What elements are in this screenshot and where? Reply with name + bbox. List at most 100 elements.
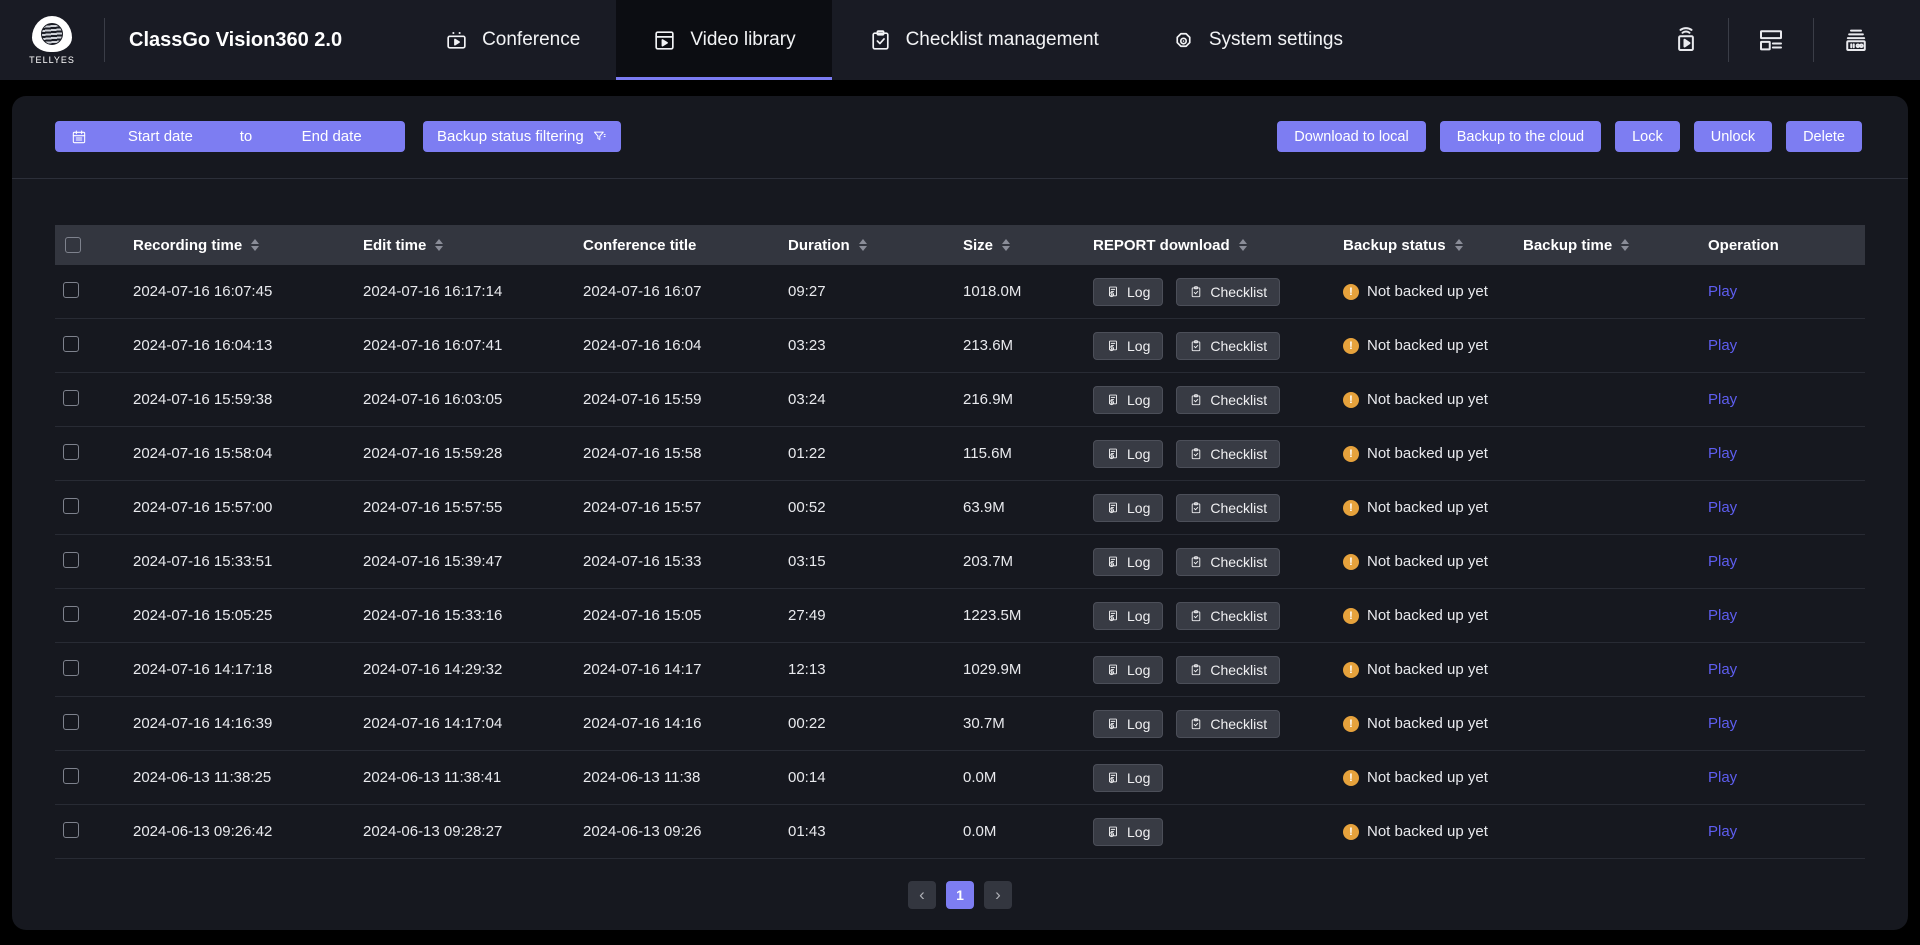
next-page-button[interactable] bbox=[984, 881, 1012, 909]
log-button[interactable]: Log bbox=[1093, 332, 1163, 360]
cell-duration: 00:14 bbox=[780, 769, 955, 786]
log-button[interactable]: Log bbox=[1093, 278, 1163, 306]
sort-icon[interactable] bbox=[859, 239, 867, 251]
log-button[interactable]: Log bbox=[1093, 494, 1163, 522]
cell-recording-time: 2024-07-16 15:58:04 bbox=[125, 445, 355, 462]
prev-page-button[interactable] bbox=[908, 881, 936, 909]
sort-icon[interactable] bbox=[1455, 239, 1463, 251]
log-label: Log bbox=[1127, 392, 1150, 408]
log-button[interactable]: Log bbox=[1093, 440, 1163, 468]
row-checkbox[interactable] bbox=[63, 498, 79, 514]
cell-backup-status: ! Not backed up yet bbox=[1335, 661, 1515, 678]
play-link[interactable]: Play bbox=[1708, 661, 1737, 678]
checklist-button[interactable]: Checklist bbox=[1176, 602, 1280, 630]
table-row: 2024-07-16 16:04:13 2024-07-16 16:07:41 … bbox=[55, 319, 1865, 373]
row-checkbox[interactable] bbox=[63, 444, 79, 460]
select-all-checkbox[interactable] bbox=[65, 237, 81, 253]
checklist-label: Checklist bbox=[1210, 716, 1267, 732]
checklist-button[interactable]: Checklist bbox=[1176, 548, 1280, 576]
cell-edit-time: 2024-07-16 16:17:14 bbox=[355, 283, 575, 300]
cell-operation: Play bbox=[1700, 337, 1865, 354]
row-checkbox[interactable] bbox=[63, 390, 79, 406]
play-link[interactable]: Play bbox=[1708, 391, 1737, 408]
log-button[interactable]: Log bbox=[1093, 602, 1163, 630]
checklist-button[interactable]: Checklist bbox=[1176, 710, 1280, 738]
backup-status-filter-button[interactable]: Backup status filtering bbox=[423, 121, 621, 152]
play-link[interactable]: Play bbox=[1708, 769, 1737, 786]
play-link[interactable]: Play bbox=[1708, 499, 1737, 516]
cell-duration: 09:27 bbox=[780, 283, 955, 300]
row-checkbox[interactable] bbox=[63, 660, 79, 676]
cast-play-icon[interactable] bbox=[1644, 0, 1728, 80]
cell-operation: Play bbox=[1700, 391, 1865, 408]
column-label: Edit time bbox=[363, 237, 426, 254]
cell-size: 63.9M bbox=[955, 499, 1085, 516]
checklist-button[interactable]: Checklist bbox=[1176, 440, 1280, 468]
cell-size: 0.0M bbox=[955, 769, 1085, 786]
play-link[interactable]: Play bbox=[1708, 823, 1737, 840]
play-link[interactable]: Play bbox=[1708, 607, 1737, 624]
sort-icon[interactable] bbox=[435, 239, 443, 251]
tab-conference[interactable]: Conference bbox=[408, 0, 616, 80]
sort-icon[interactable] bbox=[1239, 239, 1247, 251]
cell-duration: 01:43 bbox=[780, 823, 955, 840]
tab-video-library[interactable]: Video library bbox=[616, 0, 831, 80]
layout-icon[interactable] bbox=[1729, 0, 1813, 80]
backup-to-cloud-button[interactable]: Backup to the cloud bbox=[1440, 121, 1601, 152]
play-link[interactable]: Play bbox=[1708, 283, 1737, 300]
row-checkbox[interactable] bbox=[63, 822, 79, 838]
cell-duration: 03:15 bbox=[780, 553, 955, 570]
cell-edit-time: 2024-07-16 15:33:16 bbox=[355, 607, 575, 624]
cell-report-download: Log Checklist bbox=[1085, 548, 1335, 576]
log-button[interactable]: Log bbox=[1093, 548, 1163, 576]
backup-status-text: Not backed up yet bbox=[1367, 391, 1488, 408]
tab-system-settings[interactable]: System settings bbox=[1135, 0, 1379, 80]
tab-checklist-management[interactable]: Checklist management bbox=[832, 0, 1135, 80]
log-label: Log bbox=[1127, 824, 1150, 840]
log-button[interactable]: Log bbox=[1093, 818, 1163, 846]
row-checkbox[interactable] bbox=[63, 552, 79, 568]
cell-operation: Play bbox=[1700, 769, 1865, 786]
log-button[interactable]: Log bbox=[1093, 764, 1163, 792]
log-button[interactable]: Log bbox=[1093, 386, 1163, 414]
column-label: REPORT download bbox=[1093, 237, 1230, 254]
log-icon bbox=[1106, 339, 1120, 353]
warning-icon: ! bbox=[1343, 500, 1359, 516]
play-link[interactable]: Play bbox=[1708, 337, 1737, 354]
checklist-button-icon bbox=[1189, 447, 1203, 461]
globe-icon bbox=[41, 23, 63, 45]
play-link[interactable]: Play bbox=[1708, 445, 1737, 462]
row-checkbox[interactable] bbox=[63, 336, 79, 352]
start-date-input[interactable]: Start date bbox=[87, 128, 234, 145]
cell-edit-time: 2024-07-16 16:07:41 bbox=[355, 337, 575, 354]
log-button[interactable]: Log bbox=[1093, 656, 1163, 684]
checklist-button[interactable]: Checklist bbox=[1176, 332, 1280, 360]
end-date-input[interactable]: End date bbox=[258, 128, 405, 145]
checklist-button[interactable]: Checklist bbox=[1176, 386, 1280, 414]
sort-icon[interactable] bbox=[251, 239, 259, 251]
current-page-button[interactable]: 1 bbox=[946, 881, 974, 909]
sort-icon[interactable] bbox=[1621, 239, 1629, 251]
play-link[interactable]: Play bbox=[1708, 553, 1737, 570]
toolbar-filters: Start date to End date Backup status fil… bbox=[55, 121, 621, 152]
warning-icon: ! bbox=[1343, 770, 1359, 786]
play-link[interactable]: Play bbox=[1708, 715, 1737, 732]
row-checkbox[interactable] bbox=[63, 282, 79, 298]
unlock-button[interactable]: Unlock bbox=[1694, 121, 1772, 152]
backup-status-text: Not backed up yet bbox=[1367, 445, 1488, 462]
checklist-button[interactable]: Checklist bbox=[1176, 278, 1280, 306]
lock-button[interactable]: Lock bbox=[1615, 121, 1680, 152]
row-checkbox[interactable] bbox=[63, 714, 79, 730]
download-to-local-button[interactable]: Download to local bbox=[1277, 121, 1425, 152]
row-checkbox[interactable] bbox=[63, 768, 79, 784]
logo-text: TELLYES bbox=[29, 55, 75, 65]
log-button[interactable]: Log bbox=[1093, 710, 1163, 738]
checklist-button[interactable]: Checklist bbox=[1176, 494, 1280, 522]
storage-icon[interactable] bbox=[1814, 0, 1898, 80]
date-range-picker[interactable]: Start date to End date bbox=[55, 121, 405, 152]
delete-button[interactable]: Delete bbox=[1786, 121, 1862, 152]
cell-operation: Play bbox=[1700, 823, 1865, 840]
row-checkbox[interactable] bbox=[63, 606, 79, 622]
checklist-button[interactable]: Checklist bbox=[1176, 656, 1280, 684]
sort-icon[interactable] bbox=[1002, 239, 1010, 251]
